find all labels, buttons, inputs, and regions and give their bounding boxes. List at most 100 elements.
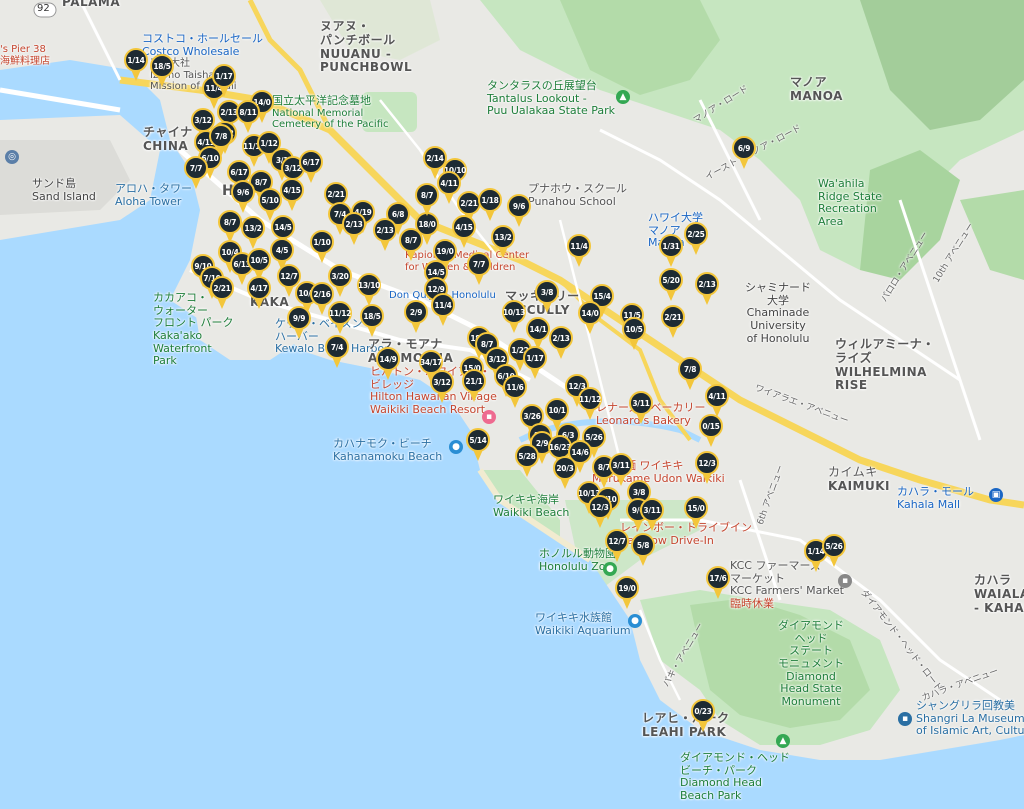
poi-cemetery[interactable]: 国立太平洋記念墓地 National Memorial Cemetery of th… xyxy=(272,94,389,131)
poi-sand-island[interactable]: サンド島 Sand Island xyxy=(32,177,96,203)
map-pin[interactable]: 18/5 xyxy=(150,54,174,90)
map-pin[interactable]: 9/9 xyxy=(287,306,311,342)
poi-shangrila[interactable]: シャングリラ回教美 Shangri La Museum of Islamic Art… xyxy=(916,699,1024,738)
map-pin[interactable]: 10/13 xyxy=(502,300,526,336)
map-pin[interactable]: 2/25 xyxy=(684,222,708,258)
poi-kahala-mall[interactable]: カハラ・モール Kahala Mall xyxy=(897,485,974,511)
map-pin[interactable]: 3/12 xyxy=(430,370,454,406)
map-pin[interactable]: 1/18 xyxy=(478,188,502,224)
map-pin[interactable]: 4/17 xyxy=(247,276,271,312)
map-pin-label: 6/9 xyxy=(737,143,751,153)
map-pin-bubble: 13/2 xyxy=(241,216,265,240)
map-pin[interactable]: 5/20 xyxy=(659,268,683,304)
map-pin[interactable]: 7/7 xyxy=(184,156,208,192)
map-pin-label: 3/20 xyxy=(331,271,349,281)
map-pin[interactable]: 1/10 xyxy=(310,230,334,266)
map-pin[interactable]: 5/14 xyxy=(466,428,490,464)
poi-diamondhead[interactable]: ダイアモンド ヘッド ステート モニュメント Diamond Head State Monu… xyxy=(778,619,844,708)
map-pin[interactable]: 2/13 xyxy=(549,326,573,362)
map-pin[interactable]: 5/26 xyxy=(822,534,846,570)
map-pin[interactable]: 0/23 xyxy=(691,699,715,735)
poi-dh-beach[interactable]: ダイアモンド・ヘッド ビーチ・パーク Diamond Head Beach Park xyxy=(680,751,790,803)
map-pin[interactable]: 8/7 xyxy=(399,228,423,264)
map-pin-label: 0/23 xyxy=(694,706,712,716)
map-pin-label: 10/5 xyxy=(250,255,268,265)
map-pin[interactable]: 11/4 xyxy=(567,234,591,270)
poi-punahou[interactable]: プナホウ・スクール Punahou School xyxy=(528,182,627,208)
area-kaimuki-jp: カイムキ xyxy=(828,465,878,479)
map-pin-label: 3/8 xyxy=(540,287,554,297)
map-pin-bubble: 9/9 xyxy=(287,306,311,330)
aquarium-icon[interactable]: ● xyxy=(628,614,642,628)
poi-waikiki-beach[interactable]: ワイキキ海岸 Waikiki Beach xyxy=(493,493,569,519)
map-pin[interactable]: 2/13 xyxy=(342,212,366,248)
map-pin[interactable]: 18/5 xyxy=(360,304,384,340)
map-pin[interactable]: 10/5 xyxy=(622,317,646,353)
map-pin[interactable]: 14/0 xyxy=(578,301,602,337)
area-punchbowl: ヌアヌ・ パンチボール NUUANU - PUNCHBOWL xyxy=(320,19,413,75)
map-pin[interactable]: 13/2 xyxy=(491,225,515,261)
map-pin[interactable]: 14/9 xyxy=(376,347,400,383)
map-pin[interactable]: 7/8 xyxy=(678,357,702,393)
shopping-icon[interactable]: ▣ xyxy=(989,488,1003,502)
sand-island-icon[interactable]: ◎ xyxy=(5,150,19,164)
map-pin[interactable]: 13/2 xyxy=(241,216,265,252)
map-pin[interactable]: 7/7 xyxy=(467,252,491,288)
map-pin[interactable]: 11/4 xyxy=(431,293,455,329)
map-pin-label: 5/14 xyxy=(469,435,487,445)
museum-icon[interactable]: ▪ xyxy=(898,712,912,726)
map-pin[interactable]: 12/3 xyxy=(695,451,719,487)
map-pin[interactable]: 12/3 xyxy=(588,495,612,531)
leahi-park-icon[interactable]: ▲ xyxy=(776,734,790,748)
map-pin[interactable]: 2/13 xyxy=(373,218,397,254)
map-pin[interactable]: 2/21 xyxy=(661,305,685,341)
map-pin-label: 1/10 xyxy=(313,237,331,247)
hilton-hotel-icon[interactable]: ▪ xyxy=(482,410,496,424)
map-pin[interactable]: 6/9 xyxy=(732,136,756,172)
map-pin[interactable]: 1/14 xyxy=(124,48,148,84)
map-pin-bubble: 11/12 xyxy=(578,387,602,411)
map-pin[interactable]: 5/8 xyxy=(631,533,655,569)
map-canvas[interactable]: 92 PALAMA 's Pier 38 海鮮料理店 コストコ・ホールセール Cos… xyxy=(0,0,1024,809)
map-pin[interactable]: 11/12 xyxy=(578,387,602,423)
market-icon[interactable]: ▪ xyxy=(838,574,852,588)
map-pin-label: 9/6 xyxy=(236,187,250,197)
beach-icon[interactable]: ● xyxy=(449,440,463,454)
poi-tantalus[interactable]: タンタラスの丘展望台 Tantalus Lookout - Puu Ualakaa … xyxy=(487,79,615,118)
map-pin[interactable]: 17/6 xyxy=(706,566,730,602)
map-pin[interactable]: 4/15 xyxy=(280,178,304,214)
map-pin[interactable]: 3/11 xyxy=(640,498,664,534)
poi-kahanamoku[interactable]: カハナモク・ビーチ Kahanamoku Beach xyxy=(333,437,442,463)
poi-waahila[interactable]: Wa'ahila Ridge State Recreation Area xyxy=(818,177,882,229)
map-pin[interactable]: 2/21 xyxy=(210,276,234,312)
map-pin[interactable]: 20/3 xyxy=(553,456,577,492)
map-pin[interactable]: 1/31 xyxy=(659,234,683,270)
map-pin[interactable]: 3/11 xyxy=(629,391,653,427)
map-pin[interactable]: 5/28 xyxy=(515,444,539,480)
map-pin-label: 3/8 xyxy=(632,487,646,497)
map-pin[interactable]: 2/13 xyxy=(695,272,719,308)
map-pin-label: 7/8 xyxy=(683,364,697,374)
tantalus-park-icon[interactable]: ▲ xyxy=(616,90,630,104)
map-pin[interactable]: 21/1 xyxy=(462,369,486,405)
poi-chaminade[interactable]: シャミナード 大学 Chaminade University of Honolulu xyxy=(745,281,811,345)
map-pin-label: 14/5 xyxy=(427,267,445,277)
map-pin-label: 5/10 xyxy=(261,195,279,205)
map-pin[interactable]: 19/0 xyxy=(615,576,639,612)
map-pin-bubble: 14/9 xyxy=(376,347,400,371)
map-pin[interactable]: 2/9 xyxy=(404,300,428,336)
map-pin-bubble: 14/0 xyxy=(578,301,602,325)
poi-aquarium[interactable]: ワイキキ水族館 Waikiki Aquarium xyxy=(535,611,631,637)
map-pin-bubble: 7/7 xyxy=(184,156,208,180)
map-pin-bubble: 18/5 xyxy=(150,54,174,78)
map-pin[interactable]: 3/8 xyxy=(535,280,559,316)
map-pin[interactable]: 7/4 xyxy=(325,335,349,371)
map-pin[interactable]: 0/15 xyxy=(699,414,723,450)
map-pin[interactable]: 15/0 xyxy=(684,496,708,532)
poi-pier38[interactable]: 's Pier 38 海鮮料理店 xyxy=(0,44,50,67)
poi-aloha-tower[interactable]: アロハ・タワー Aloha Tower xyxy=(115,182,192,208)
map-pin[interactable]: 11/12 xyxy=(328,301,352,337)
map-pin[interactable]: 8/7 xyxy=(415,183,439,219)
map-pin[interactable]: 1/17 xyxy=(212,64,236,100)
map-pin[interactable]: 12/7 xyxy=(605,529,629,565)
